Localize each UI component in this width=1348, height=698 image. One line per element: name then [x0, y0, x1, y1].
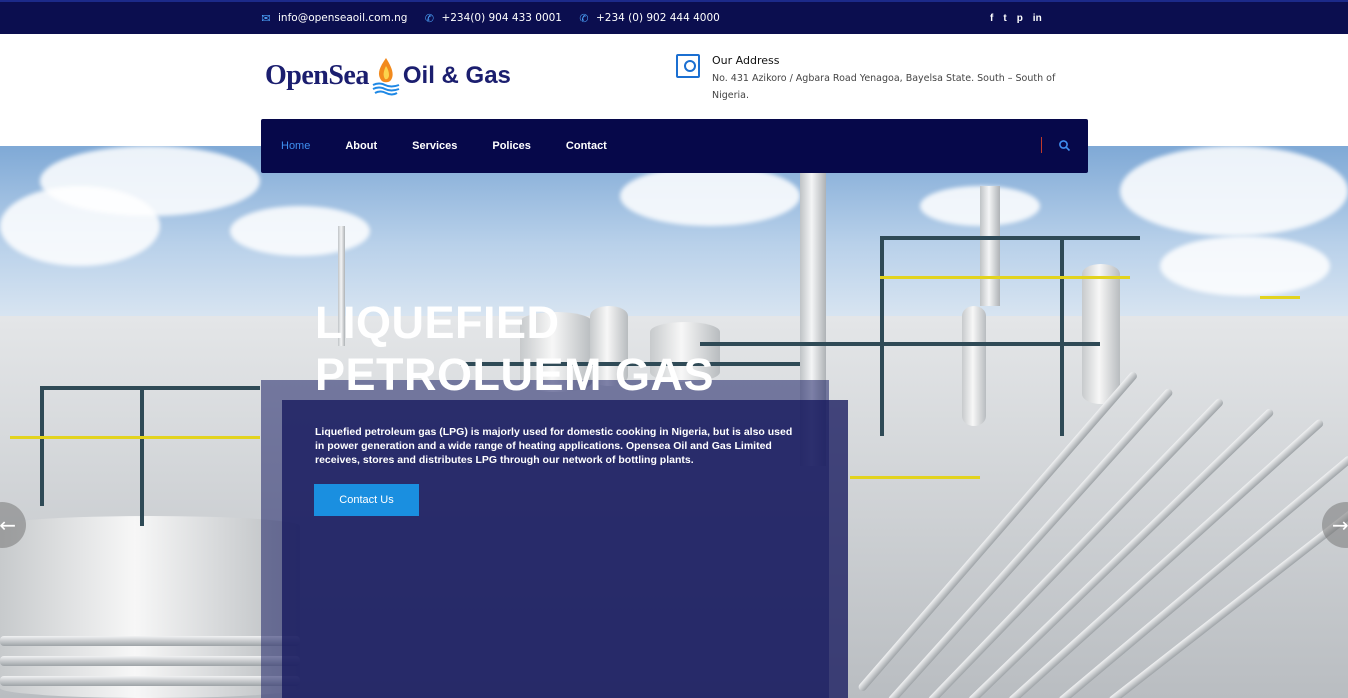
- pinterest-icon[interactable]: p: [1017, 13, 1023, 24]
- contact-us-button[interactable]: Contact Us: [314, 484, 419, 516]
- nav-divider: [1041, 137, 1042, 153]
- main-navigation: Home About Services Polices Contact: [261, 119, 1088, 173]
- phone-icon: ✆: [424, 11, 435, 25]
- email-text: info@openseaoil.com.ng: [278, 12, 408, 24]
- search-icon: [1059, 140, 1071, 152]
- nav-item-contact[interactable]: Contact: [566, 140, 607, 152]
- phone-icon: ✆: [579, 11, 589, 25]
- address-block: Our Address No. 431 Azikoro / Agbara Roa…: [676, 54, 1072, 104]
- logo-word-oil-gas: Oil & Gas: [402, 62, 511, 89]
- map-icon: [676, 54, 700, 78]
- flame-wave-icon: [371, 56, 401, 96]
- hero-title: LIQUEFIED PETROLUEM GAS: [315, 297, 795, 401]
- address-text: No. 431 Azikoro / Agbara Road Yenagoa, B…: [712, 73, 1056, 101]
- linkedin-icon[interactable]: in: [1033, 13, 1042, 24]
- phone-link-2[interactable]: ✆ +234 (0) 902 444 4000: [578, 11, 720, 25]
- contact-info: ✉ info@openseaoil.com.ng ✆ +234(0) 904 4…: [260, 2, 720, 34]
- site-logo[interactable]: OpenSea Oil & Gas: [265, 56, 511, 96]
- email-link[interactable]: ✉ info@openseaoil.com.ng: [260, 12, 407, 25]
- phone-text-1: +234(0) 904 433 0001: [441, 12, 562, 24]
- phone-link-1[interactable]: ✆ +234(0) 904 433 0001: [423, 12, 562, 25]
- arrow-right-icon: →: [1332, 513, 1348, 537]
- hero-title-line-1: LIQUEFIED: [315, 297, 560, 348]
- search-button[interactable]: [1058, 138, 1072, 152]
- nav-item-about[interactable]: About: [345, 140, 377, 152]
- social-links: f t p in: [990, 2, 1042, 34]
- address-heading: Our Address: [712, 54, 780, 67]
- logo-word-opensea: OpenSea: [265, 60, 369, 91]
- nav-item-home[interactable]: Home: [281, 140, 310, 152]
- twitter-icon[interactable]: t: [1003, 13, 1006, 24]
- arrow-left-icon: ←: [0, 513, 16, 537]
- facebook-icon[interactable]: f: [990, 13, 993, 24]
- nav-item-services[interactable]: Services: [412, 140, 457, 152]
- nav-item-polices[interactable]: Polices: [492, 140, 531, 152]
- hero-description: Liquefied petroleum gas (LPG) is majorly…: [315, 426, 793, 466]
- envelope-icon: ✉: [261, 11, 271, 25]
- phone-text-2: +234 (0) 902 444 4000: [595, 12, 720, 24]
- hero-title-line-2: PETROLUEM GAS: [315, 349, 715, 400]
- hero-slider: ← →: [0, 146, 1348, 698]
- top-bar: ✉ info@openseaoil.com.ng ✆ +234(0) 904 4…: [0, 0, 1348, 34]
